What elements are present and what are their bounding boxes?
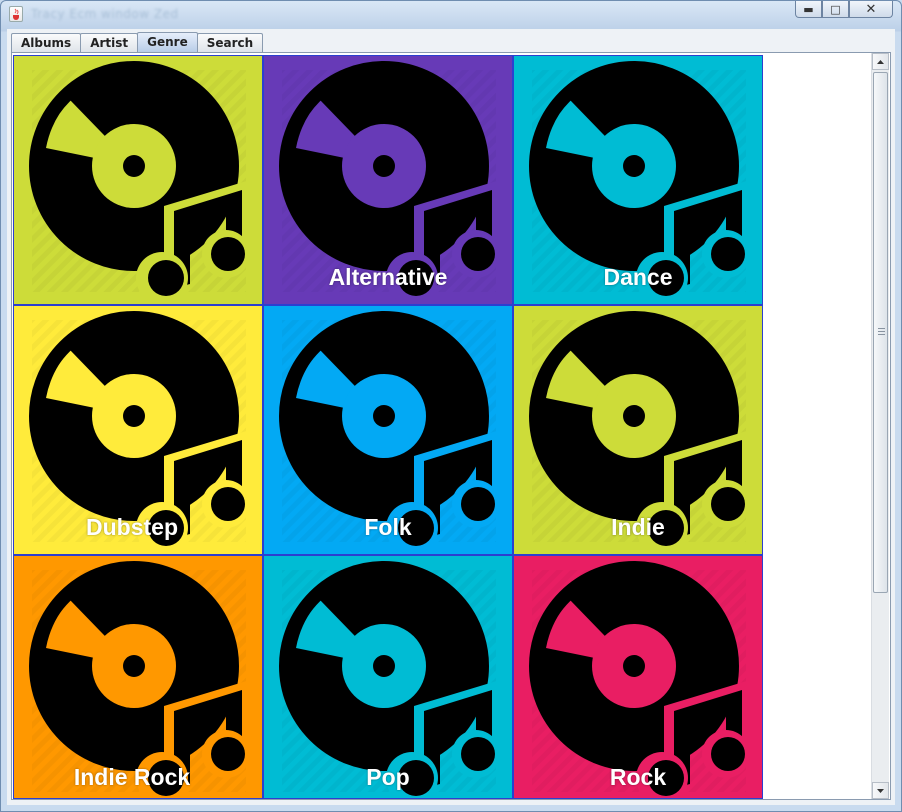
genre-tile-rock[interactable]: Rock (513, 555, 763, 799)
genre-tile-alternative[interactable]: Alternative (263, 55, 513, 305)
genre-label: Indie (611, 514, 665, 540)
genre-tile-pop[interactable]: Pop (263, 555, 513, 799)
genre-label: Dance (603, 264, 673, 290)
arrow-down-icon (877, 788, 884, 793)
genre-panel: Alternative Dance Dubstep Folk Indie Ind… (11, 52, 891, 800)
vinyl-record-music-note-icon (29, 561, 250, 798)
genre-grid: Alternative Dance Dubstep Folk Indie Ind… (13, 55, 764, 799)
tab-artist[interactable]: Artist (80, 33, 139, 52)
vinyl-record-music-note-icon (279, 561, 500, 798)
scroll-up-button[interactable] (872, 53, 889, 70)
window-title: Tracy Ecm window Zed (31, 7, 179, 21)
content-area: Albums Artist Genre Search Alternative D… (7, 29, 895, 805)
genre-label: Folk (364, 514, 412, 540)
vinyl-record-music-note-icon (529, 561, 750, 798)
tab-albums[interactable]: Albums (11, 33, 82, 52)
genre-tile[interactable] (13, 55, 263, 305)
app-window: Tracy Ecm window Zed ▬ □ ✕ Albums Artist… (0, 0, 902, 812)
maximize-icon: □ (830, 2, 841, 16)
genre-label: Pop (366, 764, 410, 790)
title-bar[interactable]: Tracy Ecm window Zed ▬ □ ✕ (1, 1, 901, 27)
genre-tile-dance[interactable]: Dance (513, 55, 763, 305)
maximize-button[interactable]: □ (822, 1, 849, 18)
minimize-button[interactable]: ▬ (795, 1, 822, 18)
java-cup-icon[interactable] (9, 6, 23, 22)
genre-tile-dubstep[interactable]: Dubstep (13, 305, 263, 555)
tab-genre[interactable]: Genre (137, 32, 198, 52)
close-button[interactable]: ✕ (849, 1, 893, 18)
genre-label: Rock (609, 764, 667, 790)
vertical-scrollbar[interactable] (871, 53, 889, 799)
tab-search[interactable]: Search (196, 33, 264, 52)
genre-label: Dubstep (86, 514, 178, 540)
vinyl-record-music-note-icon (29, 61, 250, 304)
arrow-up-icon (877, 59, 884, 64)
scroll-down-button[interactable] (872, 782, 889, 799)
genre-tile-indie-rock[interactable]: Indie Rock (13, 555, 263, 799)
minimize-icon: ▬ (803, 2, 814, 16)
scroll-thumb[interactable] (873, 72, 888, 593)
tab-bar: Albums Artist Genre Search (11, 32, 264, 52)
genre-label: Alternative (328, 264, 448, 290)
genre-label: Indie Rock (73, 764, 191, 790)
close-icon: ✕ (865, 1, 877, 17)
grip-icon (878, 328, 885, 336)
genre-tile-indie[interactable]: Indie (513, 305, 763, 555)
genre-tile-folk[interactable]: Folk (263, 305, 513, 555)
